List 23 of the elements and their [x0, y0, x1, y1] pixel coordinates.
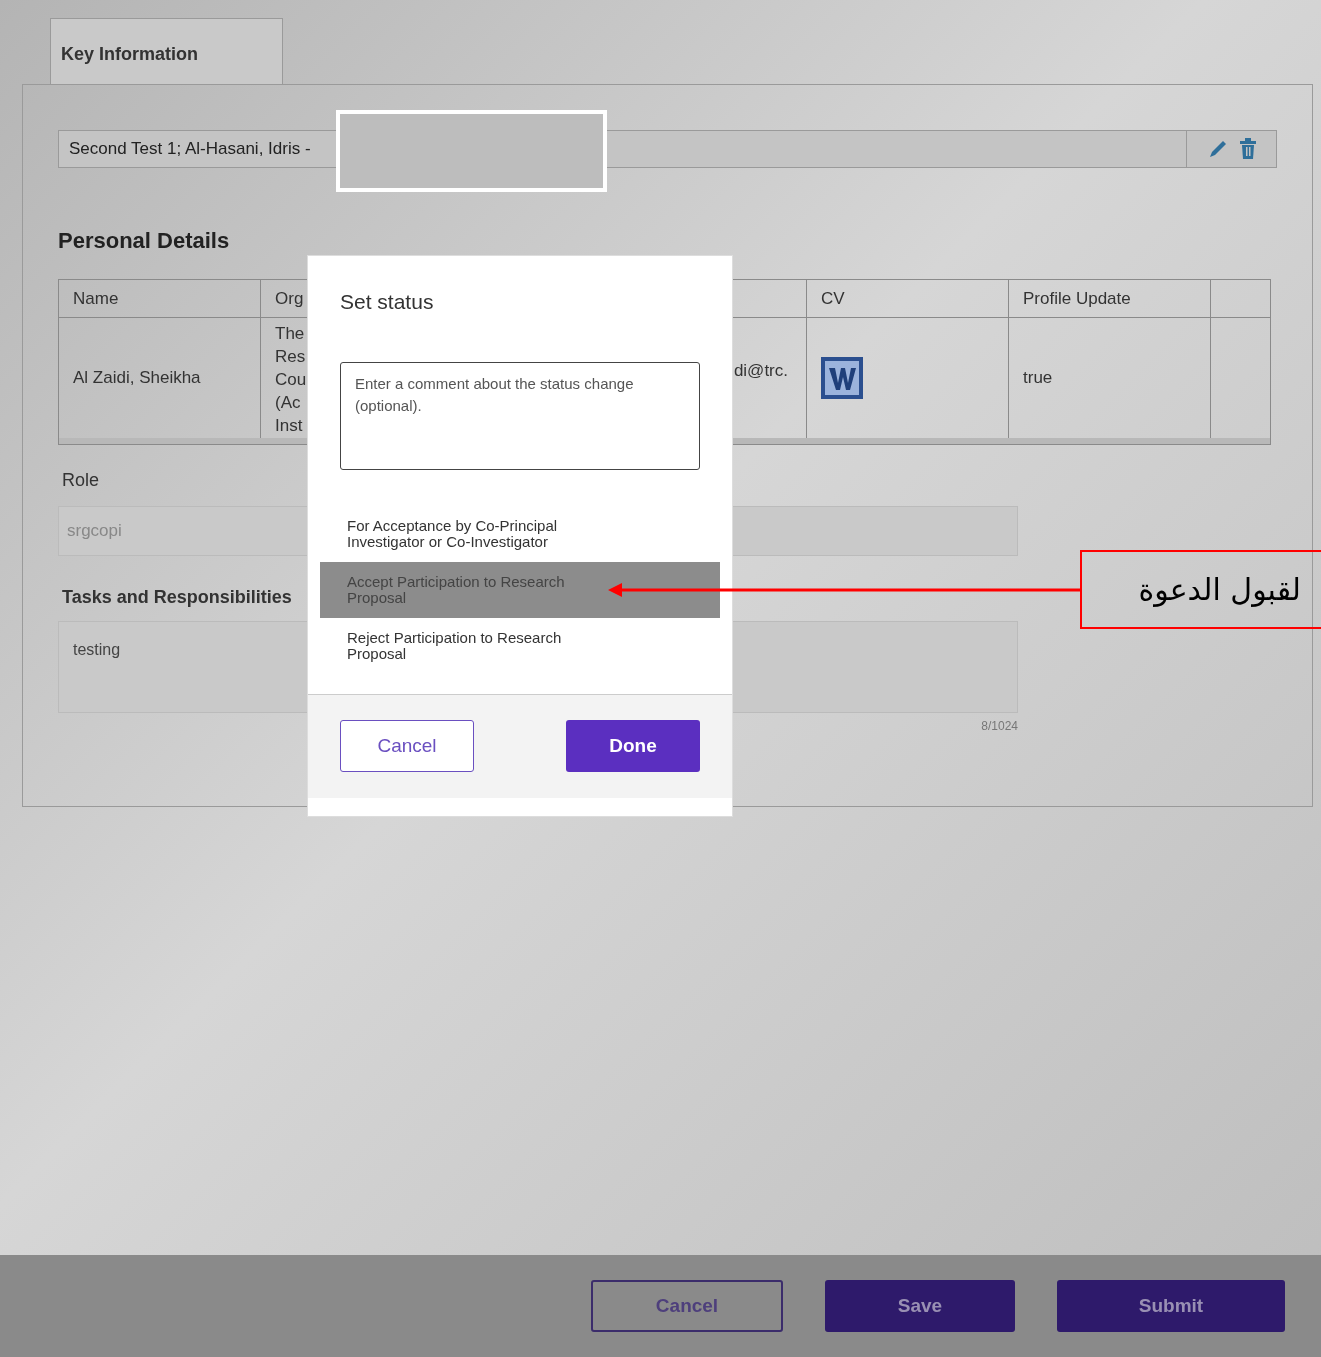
comment-field[interactable]: Enter a comment about the status change (optional). — [340, 361, 700, 470]
submit-button[interactable]: Submit — [1057, 1280, 1285, 1332]
table-cell-text: di@trc. — [733, 360, 788, 382]
annotation-text: لقبول الدعوة — [1138, 571, 1301, 609]
done-button[interactable]: Done — [566, 720, 700, 772]
document-icon[interactable] — [821, 357, 863, 399]
table-cell-text: Res — [275, 346, 307, 368]
column-header: Org — [274, 287, 305, 310]
section-heading: Personal Details — [58, 227, 231, 255]
table-cell-text: (Ac — [275, 392, 302, 414]
column-header: Profile Update — [1009, 280, 1211, 317]
field-label: Role — [61, 469, 101, 492]
character-counter: 8/1024 — [981, 718, 1018, 735]
column-header: Name — [59, 280, 261, 317]
field-label: Tasks and Responsibilities — [61, 586, 293, 609]
tab[interactable]: Key Information — [50, 18, 283, 84]
dialog-title: Set status — [339, 289, 435, 315]
column-header: CV — [807, 280, 1009, 317]
table-cell-text: Cou — [275, 369, 307, 391]
table-cell-text: Inst — [275, 415, 304, 437]
save-button[interactable]: Save — [825, 1280, 1015, 1332]
cancel-button[interactable]: Cancel — [340, 720, 474, 772]
table-cell-text: The — [275, 323, 306, 345]
